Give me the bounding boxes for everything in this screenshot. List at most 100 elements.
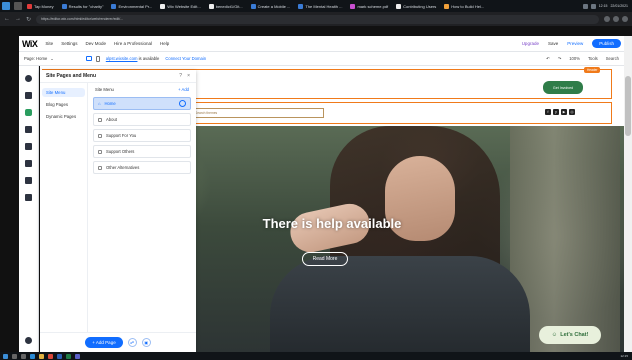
page-item-support-others[interactable]: Support Others [93,145,191,158]
windows-start-icon[interactable] [2,2,10,10]
page-icon [98,117,102,122]
search-button[interactable]: Search [606,56,619,61]
page-scrollbar[interactable] [624,36,632,352]
add-menu-item-link[interactable]: + Add [178,87,189,92]
menu-hire-professional[interactable]: Hire a Professional [114,41,152,46]
domain-link[interactable]: alpst.wixsite.com [106,56,138,61]
wix-logo[interactable]: WiX [22,39,38,49]
forward-arrow-icon[interactable]: → [15,16,21,22]
chrome-icon[interactable] [48,353,53,359]
tab-label: mark scheme.pdf [357,3,389,9]
nav-dynamic-pages[interactable]: Dynamic Pages [42,112,85,121]
page-item-home[interactable]: ⌂ Home [93,97,191,110]
youtube-icon[interactable]: ▶ [561,109,567,115]
volume-icon[interactable] [590,3,596,9]
nav-site-menu[interactable]: Site Menu [42,88,85,97]
more-actions-icon[interactable] [179,100,186,107]
browser-tab[interactable]: The Mental Health ... [295,1,345,11]
page-selector[interactable]: Page: Home ⌄ [24,56,54,61]
blog-icon[interactable] [24,193,33,202]
scrollbar-thumb[interactable] [625,76,631,136]
layers-icon[interactable] [24,336,33,345]
preview-button[interactable]: Preview [567,41,583,46]
publish-button[interactable]: Publish [592,39,621,48]
url-input[interactable]: https://editor.wix.com/html/editor/web/r… [36,14,599,24]
browser-tab[interactable]: Wix Website Edit... [157,1,204,11]
menu-help[interactable]: Help [160,41,169,46]
folder-icon[interactable]: ▣ [141,338,151,347]
extension-icon[interactable] [613,16,619,22]
browser-tab[interactable]: benedict1/Git... [206,1,246,11]
extension-icon[interactable] [604,16,610,22]
lets-chat-button[interactable]: ☺ Let's Chat! [539,326,601,344]
twitter-icon[interactable]: y [553,109,559,115]
mobile-view-icon[interactable] [95,55,100,62]
page-item-other-alternatives[interactable]: Other Alternatives [93,161,191,174]
edge-icon[interactable] [30,353,35,359]
business-icon[interactable] [24,159,33,168]
pages-icon[interactable] [24,108,33,117]
excel-icon[interactable] [66,353,71,359]
link-icon[interactable]: ☍ [127,338,137,347]
editor-left-toolbar [19,66,39,352]
wix-editor-subbar: Page: Home ⌄ alpst.wixsite.com is availa… [19,52,624,66]
browser-tab[interactable]: Results for "charity" [59,1,107,11]
tab-favicon-icon [444,3,450,9]
chevron-down-icon: ⌄ [50,56,54,61]
windows-start-icon[interactable] [3,353,8,359]
media-icon[interactable] [24,176,33,185]
menu-settings[interactable]: Settings [61,41,77,46]
page-item-about[interactable]: About [93,113,191,126]
theme-icon[interactable] [24,125,33,134]
tab-label: How to Build Hel... [451,3,485,9]
browser-tab[interactable]: Tap Money [24,1,57,11]
header-tag[interactable]: Header [584,67,601,73]
read-more-button[interactable]: Read More [302,252,348,266]
menu-site[interactable]: Site [45,41,53,46]
browser-tab[interactable]: mark scheme.pdf [347,1,391,11]
clock-date[interactable]: 22/01/2021 [610,4,628,8]
system-tray: 12:15 22/01/2021 [582,3,632,9]
menus-icon[interactable] [24,91,33,100]
undo-icon[interactable]: ↶ [546,56,550,61]
nav-blog-pages[interactable]: Blog Pages [42,100,85,109]
teams-icon[interactable] [75,353,80,359]
file-explorer-icon[interactable] [39,353,44,359]
site-search-input[interactable]: Search themes [192,108,324,118]
search-icon[interactable] [14,2,22,10]
browser-tab[interactable]: How to Build Hel... [441,1,487,11]
menu-dev-mode[interactable]: Dev Mode [85,41,106,46]
browser-tab[interactable]: Contributing Users [393,1,439,11]
profile-avatar-icon[interactable] [622,16,628,22]
apps-icon[interactable] [24,142,33,151]
get-involved-button[interactable]: Get Involved [543,81,583,94]
facebook-icon[interactable]: f [545,109,551,115]
tools-button[interactable]: Tools [588,56,598,61]
add-page-button[interactable]: + Add Page [85,337,123,348]
wifi-icon[interactable] [582,3,588,9]
reload-icon[interactable]: ↻ [26,16,31,23]
save-button[interactable]: Save [548,41,558,46]
page-item-support-for-you[interactable]: Support For You [93,129,191,142]
tab-label: Tap Money [34,3,54,9]
help-icon[interactable]: ? [179,73,182,79]
search-icon[interactable] [12,353,17,359]
upgrade-link[interactable]: Upgrade [522,41,539,46]
connect-domain-link[interactable]: Connect Your Domain [165,56,206,61]
back-arrow-icon[interactable]: ← [4,16,10,22]
add-elements-icon[interactable] [24,74,33,83]
clock-time[interactable]: 12:15 [599,4,608,8]
browser-tab[interactable]: Environmental Pr... [108,1,155,11]
zoom-level[interactable]: 100% [569,56,580,61]
redo-icon[interactable]: ↷ [558,56,562,61]
browser-tab[interactable]: Create a Mobile ... [248,1,294,11]
tab-label: Contributing Users [403,3,437,9]
taskbar-clock[interactable]: 12:15 [620,354,628,358]
instagram-icon[interactable]: ◎ [569,109,575,115]
task-view-icon[interactable] [21,353,26,359]
page-item-label: Home [104,101,116,106]
taskbar-tray: 12:15 [620,354,632,358]
close-icon[interactable]: × [187,73,190,79]
desktop-view-icon[interactable] [85,55,92,61]
word-icon[interactable] [57,353,62,359]
